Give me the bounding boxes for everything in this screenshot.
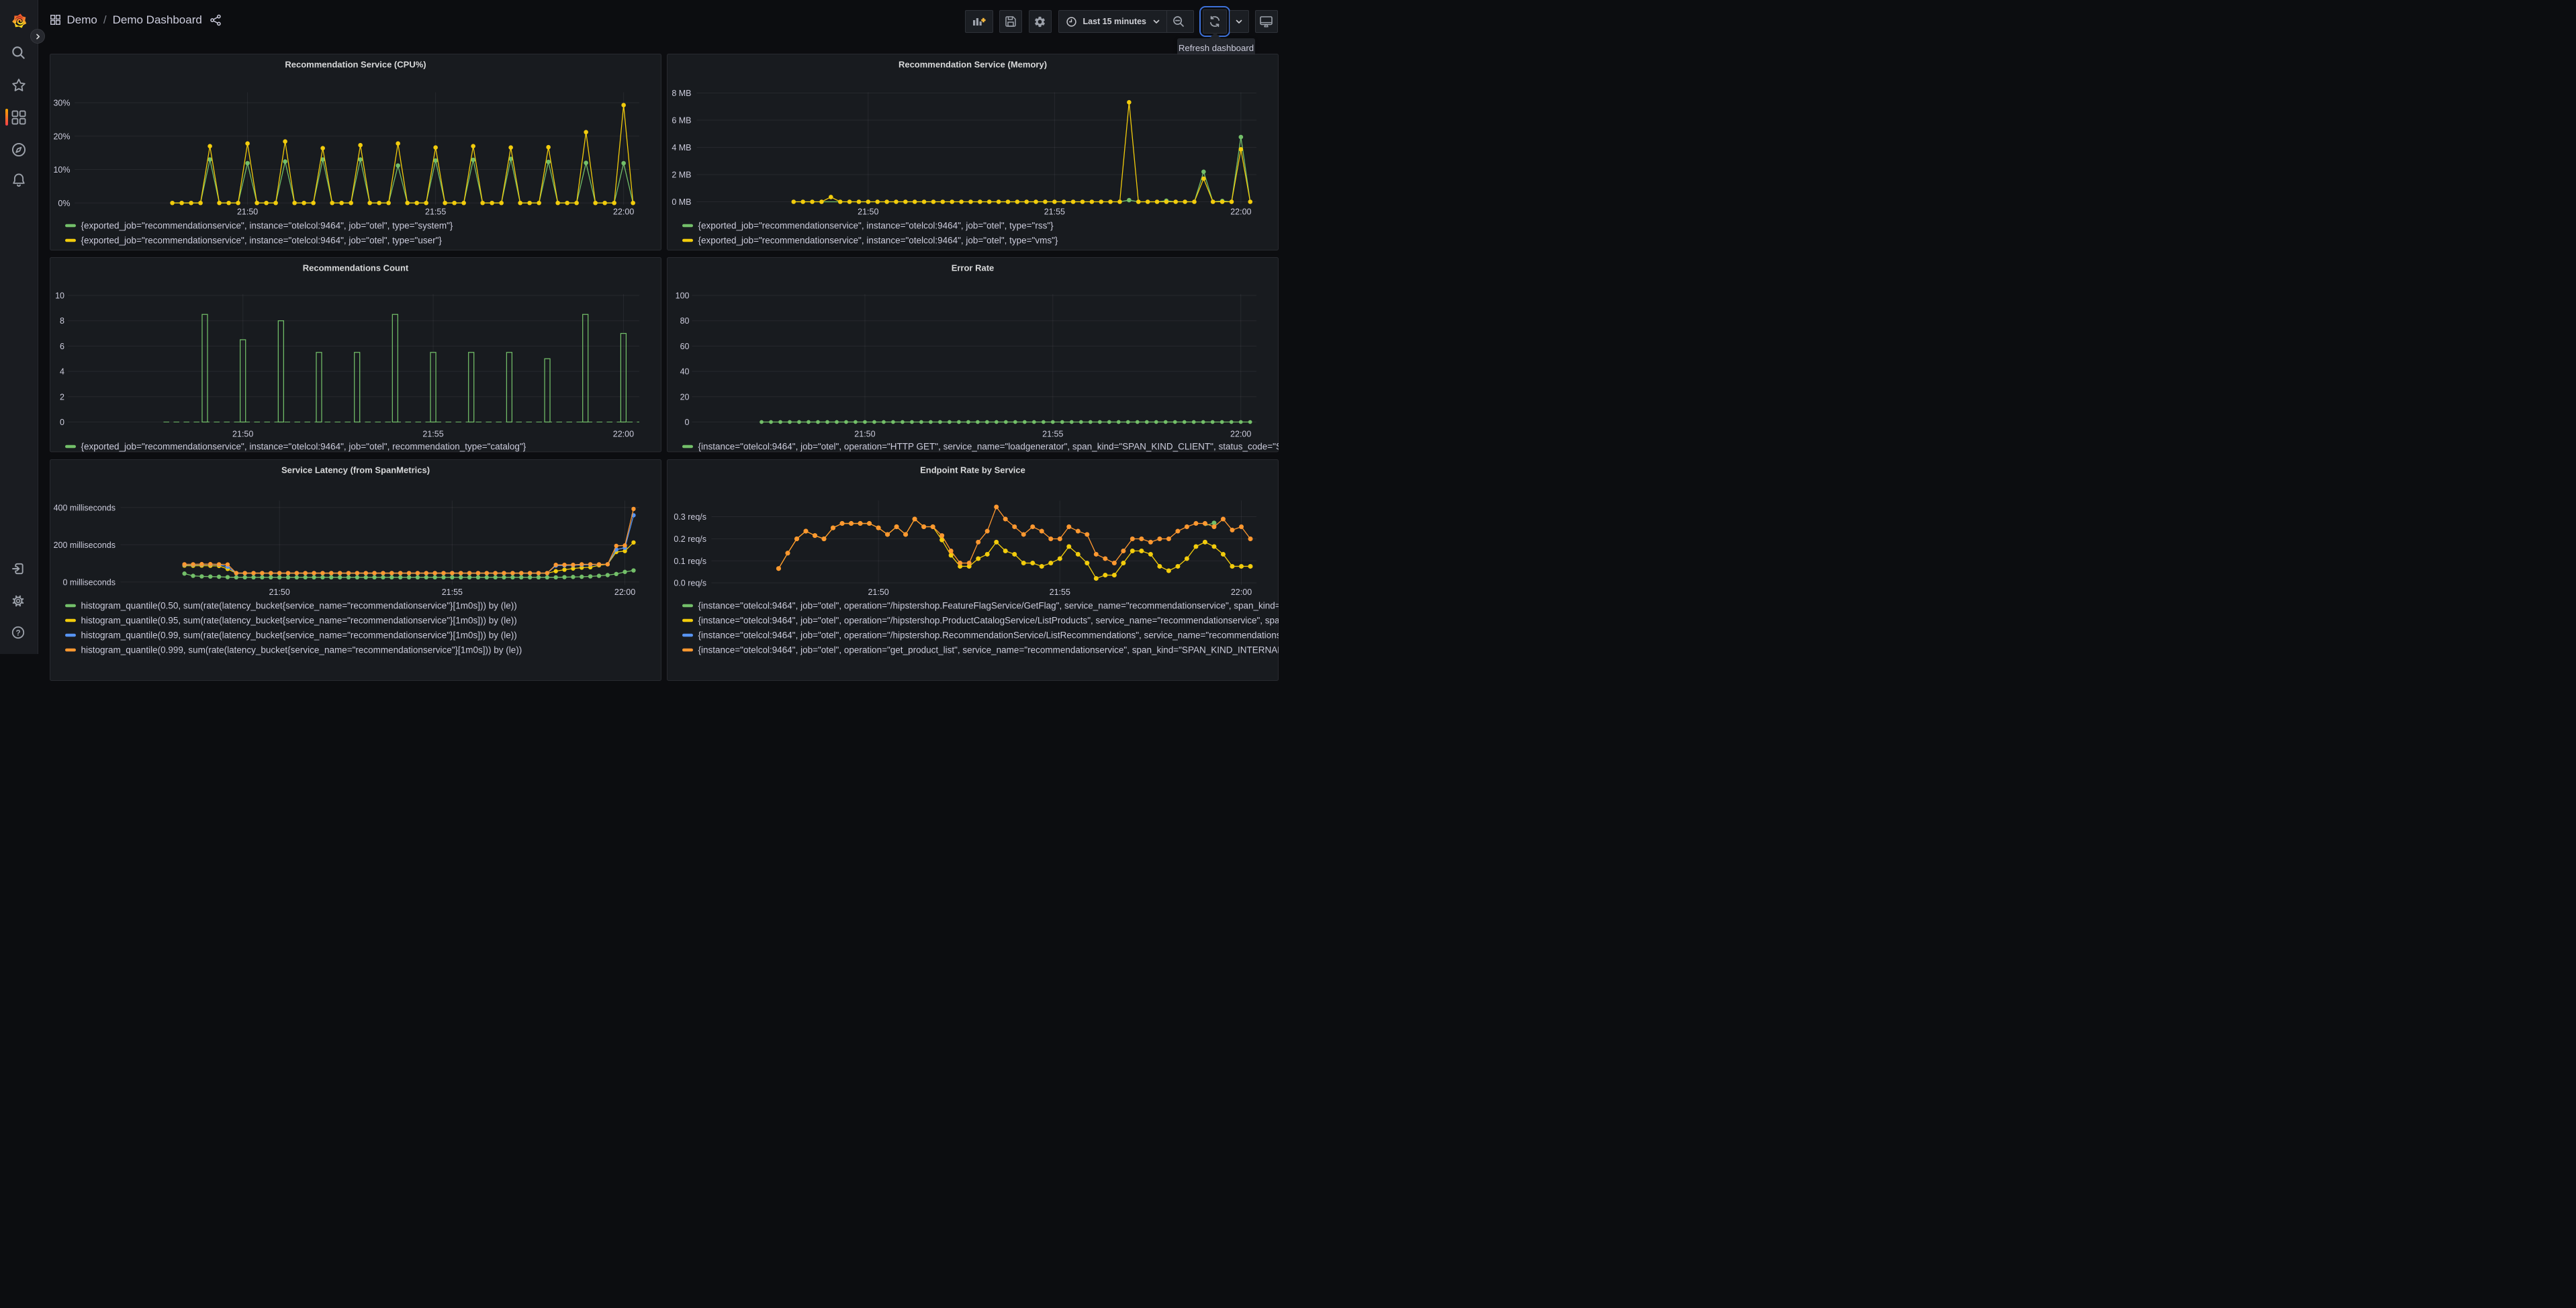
svg-text:22:00: 22:00 [613, 430, 634, 439]
svg-text:21:50: 21:50 [269, 588, 290, 597]
svg-text:30%: 30% [53, 99, 70, 108]
svg-text:{instance="otelcol:9464", job=: {instance="otelcol:9464", job="otel", op… [698, 442, 1279, 452]
svg-text:0.1 req/s: 0.1 req/s [674, 557, 706, 566]
svg-text:22:00: 22:00 [1231, 588, 1252, 597]
svg-text:0.2 req/s: 0.2 req/s [674, 534, 706, 544]
svg-text:0 milliseconds: 0 milliseconds [62, 577, 116, 587]
svg-text:22:00: 22:00 [1230, 430, 1251, 439]
svg-text:Endpoint Rate by Service: Endpoint Rate by Service [920, 465, 1025, 475]
svg-text:20%: 20% [53, 132, 70, 141]
svg-text:21:55: 21:55 [425, 207, 446, 217]
svg-text:0: 0 [685, 418, 690, 427]
svg-text:0.0 req/s: 0.0 req/s [674, 579, 706, 588]
svg-text:22:00: 22:00 [614, 588, 635, 597]
svg-text:8: 8 [60, 316, 64, 326]
svg-text:21:55: 21:55 [422, 430, 443, 439]
svg-text:Error Rate: Error Rate [952, 263, 995, 273]
svg-text:21:55: 21:55 [1050, 588, 1070, 597]
svg-text:0: 0 [60, 418, 64, 427]
svg-text:60: 60 [680, 342, 690, 351]
svg-text:Recommendations Count: Recommendations Count [303, 263, 409, 273]
svg-text:4: 4 [60, 367, 64, 377]
svg-text:2 MB: 2 MB [672, 171, 691, 180]
svg-text:21:55: 21:55 [1042, 430, 1063, 439]
svg-text:{instance="otelcol:9464", job=: {instance="otelcol:9464", job="otel", op… [698, 601, 1279, 611]
svg-text:21:50: 21:50 [858, 207, 878, 217]
svg-text:histogram_quantile(0.50, sum(r: histogram_quantile(0.50, sum(rate(latenc… [81, 601, 517, 611]
svg-text:{exported_job="recommendations: {exported_job="recommendationservice", i… [698, 221, 1054, 231]
svg-text:22:00: 22:00 [1230, 207, 1251, 217]
svg-text:8 MB: 8 MB [672, 89, 691, 98]
svg-text:2: 2 [60, 392, 64, 402]
svg-text:Recommendation Service (CPU%): Recommendation Service (CPU%) [285, 60, 426, 70]
svg-text:0%: 0% [58, 199, 70, 208]
svg-text:21:55: 21:55 [442, 588, 463, 597]
svg-text:0.3 req/s: 0.3 req/s [674, 512, 706, 522]
svg-text:Recommendation Service (Memory: Recommendation Service (Memory) [899, 60, 1047, 70]
svg-text:21:50: 21:50 [232, 430, 253, 439]
svg-text:{instance="otelcol:9464", job=: {instance="otelcol:9464", job="otel", op… [698, 630, 1279, 641]
svg-text:6: 6 [60, 342, 64, 351]
svg-text:histogram_quantile(0.95, sum(r: histogram_quantile(0.95, sum(rate(latenc… [81, 616, 517, 626]
svg-text:100: 100 [676, 291, 690, 301]
svg-text:20: 20 [680, 392, 690, 402]
svg-text:histogram_quantile(0.999, sum(: histogram_quantile(0.999, sum(rate(laten… [81, 645, 522, 655]
svg-text:40: 40 [680, 367, 690, 377]
svg-text:80: 80 [680, 316, 690, 326]
svg-text:400 milliseconds: 400 milliseconds [54, 503, 116, 512]
svg-text:Service Latency (from SpanMetr: Service Latency (from SpanMetrics) [281, 465, 430, 475]
svg-text:21:50: 21:50 [237, 207, 258, 217]
svg-text:?: ? [15, 628, 20, 637]
svg-text:21:55: 21:55 [1044, 207, 1065, 217]
svg-text:6 MB: 6 MB [672, 116, 691, 126]
svg-text:10: 10 [55, 291, 64, 301]
svg-text:{instance="otelcol:9464", job=: {instance="otelcol:9464", job="otel", op… [698, 645, 1279, 655]
svg-text:{exported_job="recommendations: {exported_job="recommendationservice", i… [698, 236, 1058, 246]
svg-text:21:50: 21:50 [854, 430, 875, 439]
svg-text:histogram_quantile(0.99, sum(r: histogram_quantile(0.99, sum(rate(latenc… [81, 630, 517, 641]
svg-text:4 MB: 4 MB [672, 143, 691, 152]
svg-text:0 MB: 0 MB [672, 197, 691, 207]
svg-text:22:00: 22:00 [613, 207, 634, 217]
svg-text:10%: 10% [53, 165, 70, 175]
svg-text:{instance="otelcol:9464", job=: {instance="otelcol:9464", job="otel", op… [698, 616, 1279, 626]
svg-text:{exported_job="recommendations: {exported_job="recommendationservice", i… [81, 442, 526, 452]
svg-text:{exported_job="recommendations: {exported_job="recommendationservice", i… [81, 236, 443, 246]
svg-text:200 milliseconds: 200 milliseconds [54, 541, 116, 550]
svg-text:21:50: 21:50 [868, 588, 888, 597]
svg-text:{exported_job="recommendations: {exported_job="recommendationservice", i… [81, 221, 453, 231]
